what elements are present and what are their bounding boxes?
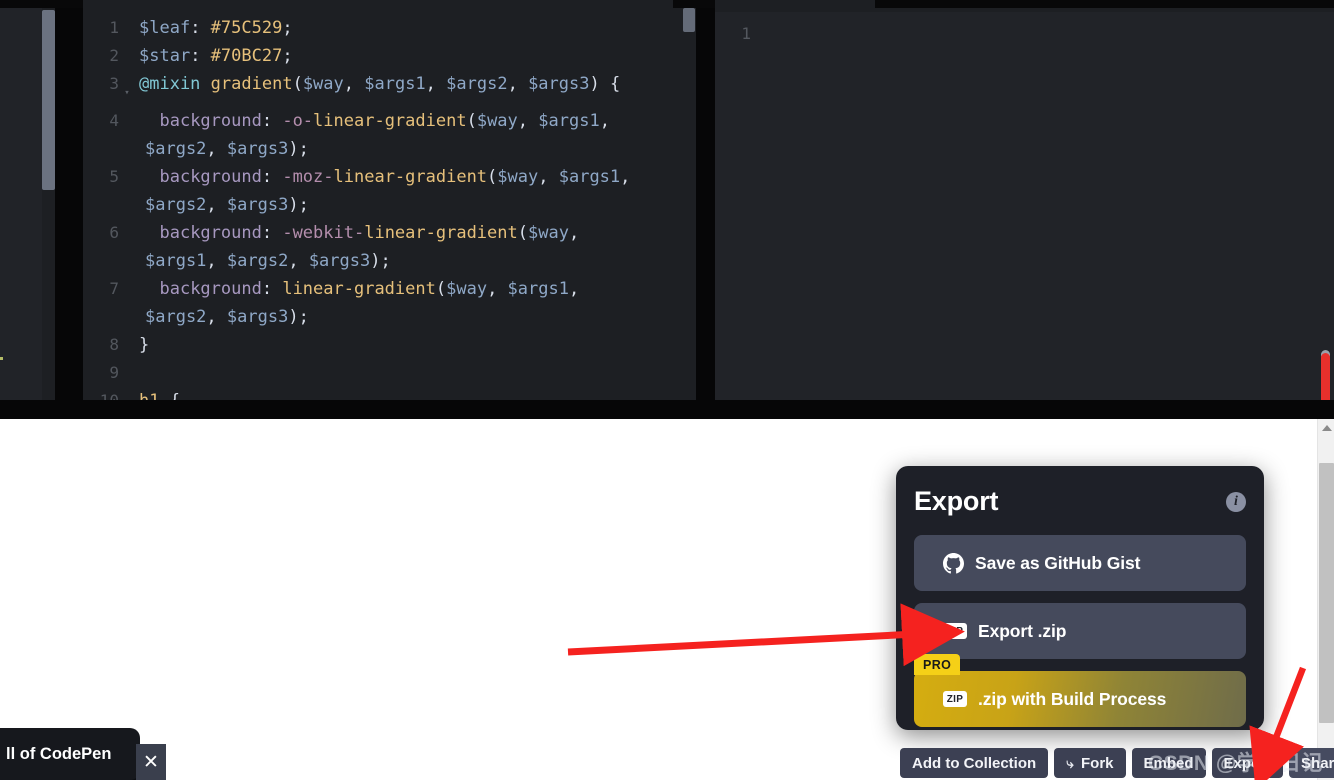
browser-scrollbar-thumb[interactable]: [1319, 463, 1334, 723]
add-to-collection-button[interactable]: Add to Collection: [900, 748, 1049, 778]
code-text: $star: #70BC27;: [139, 46, 293, 66]
editor-region: 1 $leaf: #75C529; 2 $star: #70BC27; 3 ▾ @mixin…: [0, 0, 1334, 400]
fork-button[interactable]: ⤶ Fork: [1054, 748, 1126, 778]
watermark: CSDN @学习日记: [1148, 752, 1323, 775]
editor-pane-js[interactable]: 1: [715, 8, 1334, 400]
save-as-github-gist-button[interactable]: Save as GitHub Gist: [914, 535, 1246, 591]
code-text: }: [139, 335, 150, 355]
code-line[interactable]: 10▾h1 {: [83, 387, 696, 400]
export-option-label: Export .zip: [978, 620, 1067, 641]
export-panel-header: Export i: [914, 486, 1246, 517]
code-text: h1 {: [133, 387, 696, 400]
editor-tab-strip-main: [83, 0, 673, 8]
export-panel-title: Export: [914, 486, 999, 516]
code-text: @mixin gradient($way, $args1, $args2, $a…: [139, 74, 621, 94]
editor-pane-css-scrollbar[interactable]: [683, 8, 695, 32]
editor-pane-css[interactable]: 1 $leaf: #75C529; 2 $star: #70BC27; 3 ▾ @mixin…: [83, 8, 696, 400]
pro-badge: PRO: [914, 654, 961, 675]
line-number: 4: [109, 111, 119, 130]
fork-icon: ⤶: [1066, 754, 1074, 771]
code-line[interactable]: 5 background: -moz-linear-gradient($way,…: [83, 163, 696, 191]
browser-scrollbar[interactable]: [1317, 419, 1334, 780]
editor-pane-divider-right: [696, 8, 715, 400]
zip-icon: ZIP: [943, 691, 967, 707]
editor-pane-left-scrollbar[interactable]: [42, 10, 55, 190]
line-number: 5: [109, 167, 119, 186]
line-number: 2: [109, 46, 119, 65]
line-number: 8: [109, 335, 119, 354]
export-option-label: Save as GitHub Gist: [975, 552, 1141, 573]
page-scrollbar-thumb[interactable]: [1321, 353, 1330, 400]
code-line-wrapped: $args1, $args2, $args3);: [83, 247, 696, 275]
cookie-banner-text: ll of CodePen: [6, 744, 112, 763]
code-text: background: linear-gradient($way, $args1…: [159, 279, 580, 299]
editor-pane-divider-left: [55, 8, 83, 400]
code-line-wrapped: $args2, $args3);: [83, 303, 696, 331]
export-option-label: .zip with Build Process: [978, 688, 1167, 709]
code-line[interactable]: 3 ▾ @mixin gradient($way, $args1, $args2, …: [83, 70, 696, 107]
code-text: $leaf: #75C529;: [139, 18, 293, 38]
code-text: background: -webkit-linear-gradient($way…: [159, 223, 580, 243]
export-panel: Export i Save as GitHub Gist ZIP Export …: [896, 466, 1264, 730]
info-icon[interactable]: i: [1226, 491, 1246, 512]
code-text: background: -o-linear-gradient($way, $ar…: [159, 111, 610, 131]
code-line[interactable]: 4 background: -o-linear-gradient($way, $…: [83, 107, 696, 135]
line-number: 7: [109, 279, 119, 298]
zip-with-build-process-button[interactable]: PRO ZIP .zip with Build Process: [914, 654, 1246, 727]
code-line[interactable]: 1 $leaf: #75C529;: [83, 14, 696, 42]
export-zip-button[interactable]: ZIP Export .zip: [914, 603, 1246, 659]
fork-label: Fork: [1081, 754, 1114, 772]
code-text: $args2, $args3);: [145, 307, 309, 327]
code-line-wrapped: $args2, $args3);: [83, 191, 696, 219]
code-text: $args1, $args2, $args3);: [145, 251, 391, 271]
cookie-banner: ll of CodePen: [0, 728, 140, 780]
code-line[interactable]: 2 $star: #70BC27;: [83, 42, 696, 70]
code-text: background: -moz-linear-gradient($way, $…: [159, 167, 631, 187]
github-icon: [943, 552, 964, 574]
line-number: 1: [109, 18, 119, 37]
fold-toggle-icon[interactable]: ▾: [121, 387, 133, 400]
code-line[interactable]: 9: [83, 359, 696, 387]
editor-pane-js-header: [715, 8, 1334, 12]
line-number: 10: [83, 387, 121, 400]
code-text: $args2, $args3);: [145, 139, 309, 159]
editor-top-strip: [0, 0, 1334, 8]
editor-pane-left-marker: [0, 357, 3, 360]
line-number: 1: [741, 24, 751, 43]
code-content[interactable]: 1 $leaf: #75C529; 2 $star: #70BC27; 3 ▾ @mixin…: [83, 8, 696, 400]
scroll-up-arrow-icon[interactable]: [1318, 419, 1334, 436]
code-line-wrapped: $args2, $args3);: [83, 135, 696, 163]
code-line[interactable]: 6 background: -webkit-linear-gradient($w…: [83, 219, 696, 247]
fold-toggle-icon[interactable]: ▾: [121, 70, 133, 107]
zip-icon: ZIP: [943, 623, 967, 639]
editor-pane-left[interactable]: [0, 8, 42, 400]
code-text: $args2, $args3);: [145, 195, 309, 215]
line-number: 6: [109, 223, 119, 242]
editor-bottom-bar: [0, 400, 1334, 419]
fold-toggle-icon[interactable]: [753, 20, 765, 29]
app-root: 1 $leaf: #75C529; 2 $star: #70BC27; 3 ▾ @mixin…: [0, 0, 1334, 780]
close-icon[interactable]: ✕: [136, 744, 166, 780]
code-line[interactable]: 8}: [83, 331, 696, 359]
page-scrollbar-track[interactable]: [1321, 8, 1332, 400]
line-number: 9: [109, 363, 119, 382]
code-line[interactable]: 7 background: linear-gradient($way, $arg…: [83, 275, 696, 303]
line-number: 3: [109, 74, 119, 93]
add-to-collection-label: Add to Collection: [912, 754, 1037, 772]
editor-tab-strip-right: [715, 0, 875, 8]
